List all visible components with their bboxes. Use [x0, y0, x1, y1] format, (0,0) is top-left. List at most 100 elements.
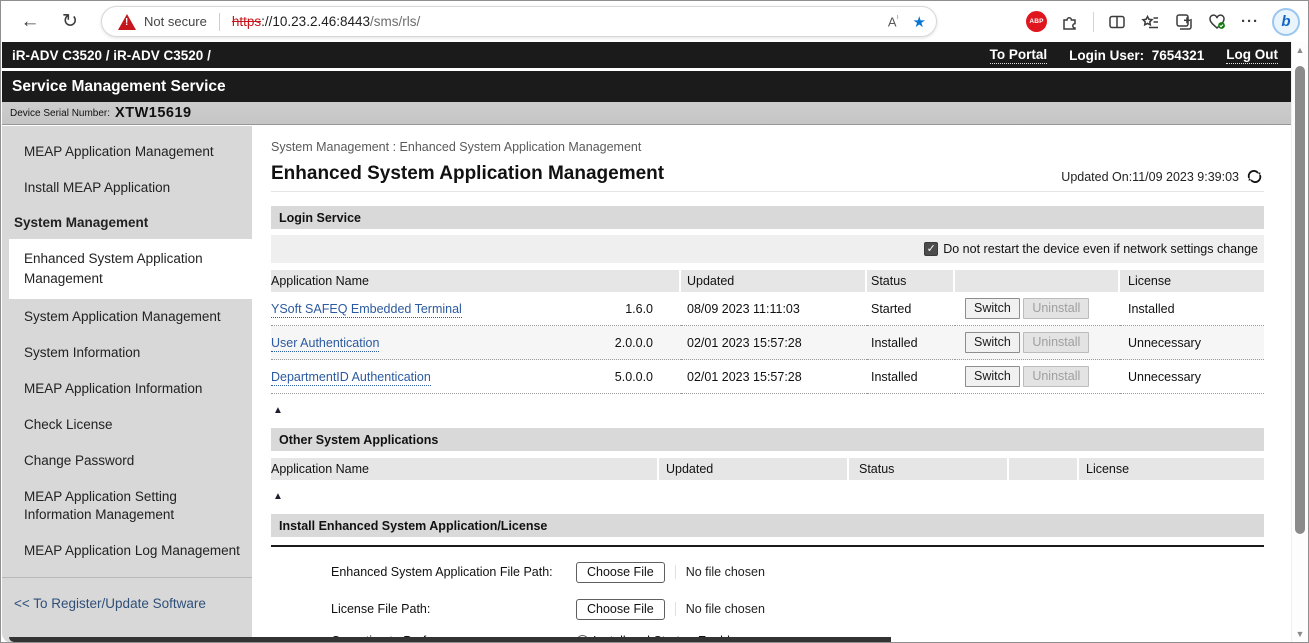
- divider: [1093, 12, 1094, 32]
- scrollbar-up-icon[interactable]: ▲: [1294, 45, 1306, 55]
- uninstall-button[interactable]: Uninstall: [1023, 298, 1089, 319]
- table-row: YSoft SAFEQ Embedded Terminal 1.6.0 08/09…: [271, 292, 1264, 326]
- app-version: 1.6.0: [625, 302, 681, 316]
- sidebar-item-system-information[interactable]: System Information: [2, 335, 252, 371]
- app-link[interactable]: DepartmentID Authentication: [271, 370, 431, 386]
- security-label[interactable]: Not secure: [144, 14, 207, 29]
- column-header-updated: Updated: [681, 270, 867, 292]
- url-scheme: https: [232, 14, 261, 29]
- column-header-application-name: Application Name: [271, 270, 681, 292]
- sidebar-item-change-password[interactable]: Change Password: [2, 443, 252, 479]
- url-text[interactable]: https://10.23.2.46:8443/sms/rls/: [232, 14, 420, 29]
- sidebar-item-check-license[interactable]: Check License: [2, 407, 252, 443]
- adblock-icon[interactable]: ABP: [1026, 11, 1047, 32]
- file-status-esa: No file chosen: [675, 565, 765, 579]
- sidebar-item-meap-application-management[interactable]: MEAP Application Management: [2, 134, 252, 170]
- sidebar-item-install-meap-application[interactable]: Install MEAP Application: [2, 170, 252, 206]
- device-path: iR-ADV C3520 / iR-ADV C3520 /: [12, 48, 211, 63]
- serial-value: XTW15619: [115, 105, 192, 121]
- app-status: Installed: [867, 360, 955, 394]
- tab-copy-icon[interactable]: [1174, 12, 1194, 32]
- other-applications-table: Application Name Updated Status License: [271, 458, 1264, 480]
- app-license: Unnecessary: [1120, 360, 1264, 394]
- login-user: Login User: 7654321: [1069, 48, 1204, 63]
- sidebar-item-meap-application-information[interactable]: MEAP Application Information: [2, 371, 252, 407]
- other-system-applications-header: Other System Applications: [271, 428, 1264, 451]
- app-license: Unnecessary: [1120, 326, 1264, 360]
- serial-bar: Device Serial Number: XTW15619: [2, 102, 1292, 125]
- sidebar-item-enhanced-system-application-management[interactable]: Enhanced System Application Management: [9, 239, 252, 299]
- app-status: Installed: [867, 326, 955, 360]
- sidebar-item-meap-application-log-management[interactable]: MEAP Application Log Management: [2, 533, 252, 569]
- column-header-license: License: [1120, 270, 1264, 292]
- uninstall-button[interactable]: Uninstall: [1023, 332, 1089, 353]
- switch-button[interactable]: Switch: [965, 298, 1020, 319]
- favorite-star-icon[interactable]: ★: [913, 13, 926, 31]
- extensions-icon[interactable]: [1060, 12, 1080, 32]
- no-restart-checkbox[interactable]: ✓: [924, 242, 938, 256]
- sidebar-section-system-management: System Management: [2, 206, 252, 239]
- column-header-application-name: Application Name: [271, 458, 659, 480]
- choose-file-button-license[interactable]: Choose File: [576, 599, 665, 620]
- collections-icon[interactable]: [1140, 12, 1161, 32]
- browser-essentials-icon[interactable]: [1207, 12, 1228, 32]
- switch-button[interactable]: Switch: [965, 366, 1020, 387]
- not-secure-warning-icon: !: [118, 14, 136, 30]
- table-row: User Authentication2.0.0.0 02/01 2023 15…: [271, 326, 1264, 360]
- breadcrumb: System Management : Enhanced System Appl…: [271, 126, 1264, 154]
- sidebar-item-system-application-management[interactable]: System Application Management: [2, 299, 252, 335]
- split-screen-icon[interactable]: [1107, 12, 1127, 32]
- service-title: Service Management Service: [12, 78, 226, 96]
- log-out-link[interactable]: Log Out: [1226, 47, 1278, 64]
- app-status: Started: [867, 292, 955, 326]
- app-link[interactable]: User Authentication: [271, 336, 379, 352]
- url-host: ://10.23.2.46:8443: [261, 14, 370, 29]
- app-license: Installed: [1120, 292, 1264, 326]
- column-header-status: Status: [849, 458, 1009, 480]
- read-aloud-icon[interactable]: A⁾: [888, 14, 899, 29]
- app-updated: 02/01 2023 15:57:28: [681, 360, 867, 394]
- back-to-top-icon[interactable]: ▲: [273, 400, 283, 418]
- login-service-table: Application Name Updated Status License …: [271, 270, 1264, 394]
- column-header-status: Status: [867, 270, 955, 292]
- column-header-updated: Updated: [659, 458, 849, 480]
- to-portal-link[interactable]: To Portal: [990, 47, 1048, 64]
- refresh-icon[interactable]: ↻: [53, 5, 87, 39]
- main-content: System Management : Enhanced System Appl…: [252, 126, 1292, 643]
- esa-file-path-label: Enhanced System Application File Path:: [271, 565, 576, 579]
- install-section-header: Install Enhanced System Application/Lice…: [271, 514, 1264, 537]
- scrollbar-thumb[interactable]: [1295, 66, 1305, 534]
- login-service-header: Login Service: [271, 206, 1264, 229]
- column-header-blank: [1009, 458, 1079, 480]
- bottom-frame-edge: [9, 637, 891, 642]
- no-restart-checkbox-label: Do not restart the device even if networ…: [943, 242, 1258, 256]
- column-header-actions: [955, 270, 1120, 292]
- address-bar[interactable]: ! Not secure https://10.23.2.46:8443/sms…: [101, 6, 937, 37]
- sidebar: MEAP Application Management Install MEAP…: [2, 126, 252, 643]
- app-link[interactable]: YSoft SAFEQ Embedded Terminal: [271, 302, 462, 318]
- login-user-value: 7654321: [1152, 48, 1205, 63]
- section-rule: [271, 545, 1264, 547]
- sidebar-divider: [2, 577, 252, 578]
- app-updated: 02/01 2023 15:57:28: [681, 326, 867, 360]
- uninstall-button[interactable]: Uninstall: [1023, 366, 1089, 387]
- vertical-scrollbar[interactable]: ▲ ▼: [1291, 42, 1308, 643]
- choose-file-button-esa[interactable]: Choose File: [576, 562, 665, 583]
- sidebar-item-meap-application-setting-information-management[interactable]: MEAP Application Setting Information Man…: [2, 479, 222, 533]
- divider: [219, 13, 220, 31]
- scrollbar-down-icon[interactable]: ▼: [1294, 629, 1306, 639]
- to-register-update-software-link[interactable]: << To Register/Update Software: [2, 588, 252, 619]
- serial-label: Device Serial Number:: [10, 108, 110, 119]
- back-to-top-icon[interactable]: ▲: [273, 486, 283, 504]
- bing-icon[interactable]: b: [1272, 8, 1300, 36]
- switch-button[interactable]: Switch: [965, 332, 1020, 353]
- refresh-page-icon[interactable]: [1245, 168, 1264, 185]
- url-path: /sms/rls/: [370, 14, 420, 29]
- license-file-path-label: License File Path:: [271, 602, 576, 616]
- app-updated: 08/09 2023 11:11:03: [681, 292, 867, 326]
- more-menu-icon[interactable]: ···: [1241, 13, 1259, 30]
- service-title-bar: Service Management Service: [2, 71, 1292, 102]
- back-icon[interactable]: ←: [13, 5, 47, 39]
- file-status-license: No file chosen: [675, 602, 765, 616]
- updated-on-text: Updated On:11/09 2023 9:39:03: [1061, 170, 1239, 184]
